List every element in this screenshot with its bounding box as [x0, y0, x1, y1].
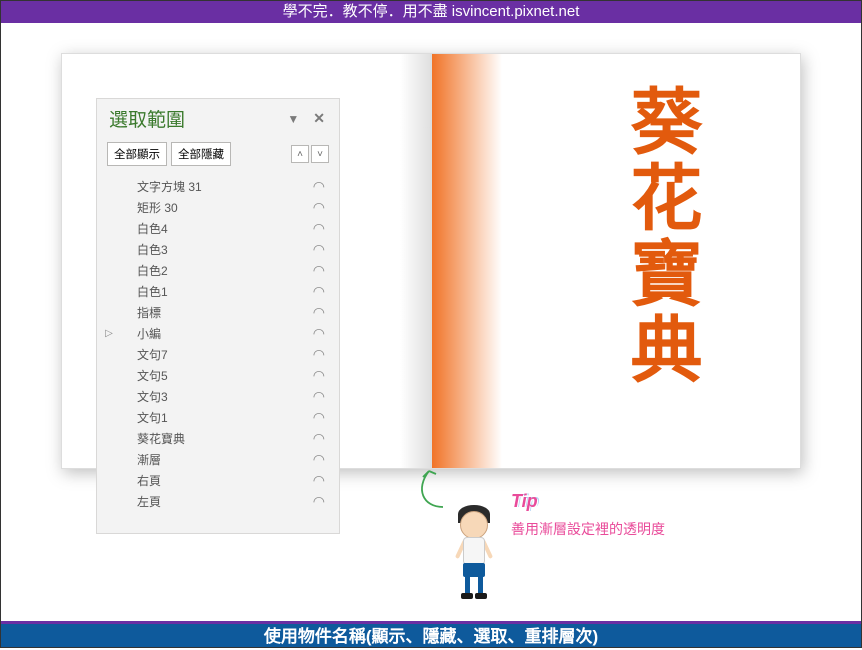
list-item[interactable]: 白色4◠ — [97, 218, 339, 239]
visibility-toggle-icon[interactable]: ◠ — [313, 472, 325, 489]
list-item[interactable]: 右頁◠ — [97, 470, 339, 491]
list-item[interactable]: 左頁◠ — [97, 491, 339, 512]
visibility-toggle-icon[interactable]: ◠ — [313, 283, 325, 300]
object-name-label: 左頁 — [119, 493, 313, 510]
visibility-toggle-icon[interactable]: ◠ — [313, 493, 325, 510]
visibility-toggle-icon[interactable]: ◠ — [313, 346, 325, 363]
object-name-label: 文句3 — [119, 388, 313, 405]
list-item[interactable]: 葵花寶典◠ — [97, 428, 339, 449]
object-name-label: 白色1 — [119, 283, 313, 300]
footer-bar: 使用物件名稱(顯示、隱藏、選取、重排層次) — [1, 621, 861, 647]
visibility-toggle-icon[interactable]: ◠ — [313, 451, 325, 468]
page-right[interactable]: 葵花寶典 — [431, 53, 801, 469]
selection-pane: 選取範圍 ▼ ✕ 全部顯示 全部隱藏 ˄ ˅ 文字方塊 31◠矩形 30◠白色4… — [96, 98, 340, 534]
list-item[interactable]: 文句1◠ — [97, 407, 339, 428]
visibility-toggle-icon[interactable]: ◠ — [313, 367, 325, 384]
list-item[interactable]: ▷ 小編◠ — [97, 323, 339, 344]
object-name-label: 葵花寶典 — [119, 430, 313, 447]
object-name-label: 白色4 — [119, 220, 313, 237]
object-name-label: 小編 — [119, 325, 313, 342]
list-item[interactable]: 文句5◠ — [97, 365, 339, 386]
list-item[interactable]: 文句3◠ — [97, 386, 339, 407]
canvas-area: 葵花寶典 選取範圍 ▼ ✕ 全部顯示 全部隱藏 ˄ ˅ 文字方塊 31◠矩形 3… — [1, 23, 861, 621]
visibility-toggle-icon[interactable]: ◠ — [313, 409, 325, 426]
tip-callout: Tip 善用漸層設定裡的透明度 — [407, 469, 737, 609]
move-up-button[interactable]: ˄ — [291, 145, 309, 163]
visibility-toggle-icon[interactable]: ◠ — [313, 304, 325, 321]
list-item[interactable]: 白色1◠ — [97, 281, 339, 302]
visibility-toggle-icon[interactable]: ◠ — [313, 178, 325, 195]
list-item[interactable]: 矩形 30◠ — [97, 197, 339, 218]
object-name-label: 白色3 — [119, 241, 313, 258]
visibility-toggle-icon[interactable]: ◠ — [313, 199, 325, 216]
object-name-label: 矩形 30 — [119, 199, 313, 216]
list-item[interactable]: 文句7◠ — [97, 344, 339, 365]
spine-shadow — [400, 54, 430, 468]
object-name-label: 右頁 — [119, 472, 313, 489]
object-list: 文字方塊 31◠矩形 30◠白色4◠白色3◠白色2◠白色1◠指標◠▷小編◠文句7… — [97, 174, 339, 518]
selection-pane-header: 選取範圍 ▼ ✕ — [97, 99, 339, 142]
move-down-button[interactable]: ˅ — [311, 145, 329, 163]
show-all-button[interactable]: 全部顯示 — [107, 142, 167, 166]
visibility-toggle-icon[interactable]: ◠ — [313, 262, 325, 279]
header-text: 學不完．教不停．用不盡 isvincent.pixnet.net — [283, 3, 580, 20]
object-name-label: 白色2 — [119, 262, 313, 279]
hide-all-button[interactable]: 全部隱藏 — [171, 142, 231, 166]
gradient-overlay — [432, 54, 502, 468]
reorder-controls: ˄ ˅ — [291, 145, 329, 163]
object-name-label: 文句5 — [119, 367, 313, 384]
list-item[interactable]: 指標◠ — [97, 302, 339, 323]
tip-label: Tip — [511, 491, 538, 512]
object-name-label: 指標 — [119, 304, 313, 321]
close-icon[interactable]: ✕ — [309, 108, 329, 129]
list-item[interactable]: 文字方塊 31◠ — [97, 176, 339, 197]
object-name-label: 文句1 — [119, 409, 313, 426]
pane-dropdown-icon[interactable]: ▼ — [283, 110, 303, 128]
visibility-toggle-icon[interactable]: ◠ — [313, 388, 325, 405]
list-item[interactable]: 白色3◠ — [97, 239, 339, 260]
visibility-toggle-icon[interactable]: ◠ — [313, 430, 325, 447]
selection-pane-title: 選取範圍 — [109, 105, 277, 132]
list-item[interactable]: 漸層◠ — [97, 449, 339, 470]
selection-pane-toolbar: 全部顯示 全部隱藏 ˄ ˅ — [97, 142, 339, 174]
expand-icon[interactable]: ▷ — [103, 328, 115, 339]
header-bar: 學不完．教不停．用不盡 isvincent.pixnet.net — [1, 1, 861, 23]
visibility-toggle-icon[interactable]: ◠ — [313, 220, 325, 237]
tip-text: 善用漸層設定裡的透明度 — [511, 519, 665, 539]
book-title-text[interactable]: 葵花寶典 — [617, 84, 700, 388]
visibility-toggle-icon[interactable]: ◠ — [313, 241, 325, 258]
object-name-label: 文字方塊 31 — [119, 178, 313, 195]
visibility-toggle-icon[interactable]: ◠ — [313, 325, 325, 342]
object-name-label: 漸層 — [119, 451, 313, 468]
object-name-label: 文句7 — [119, 346, 313, 363]
avatar — [445, 505, 503, 605]
footer-text: 使用物件名稱(顯示、隱藏、選取、重排層次) — [264, 627, 598, 646]
list-item[interactable]: 白色2◠ — [97, 260, 339, 281]
